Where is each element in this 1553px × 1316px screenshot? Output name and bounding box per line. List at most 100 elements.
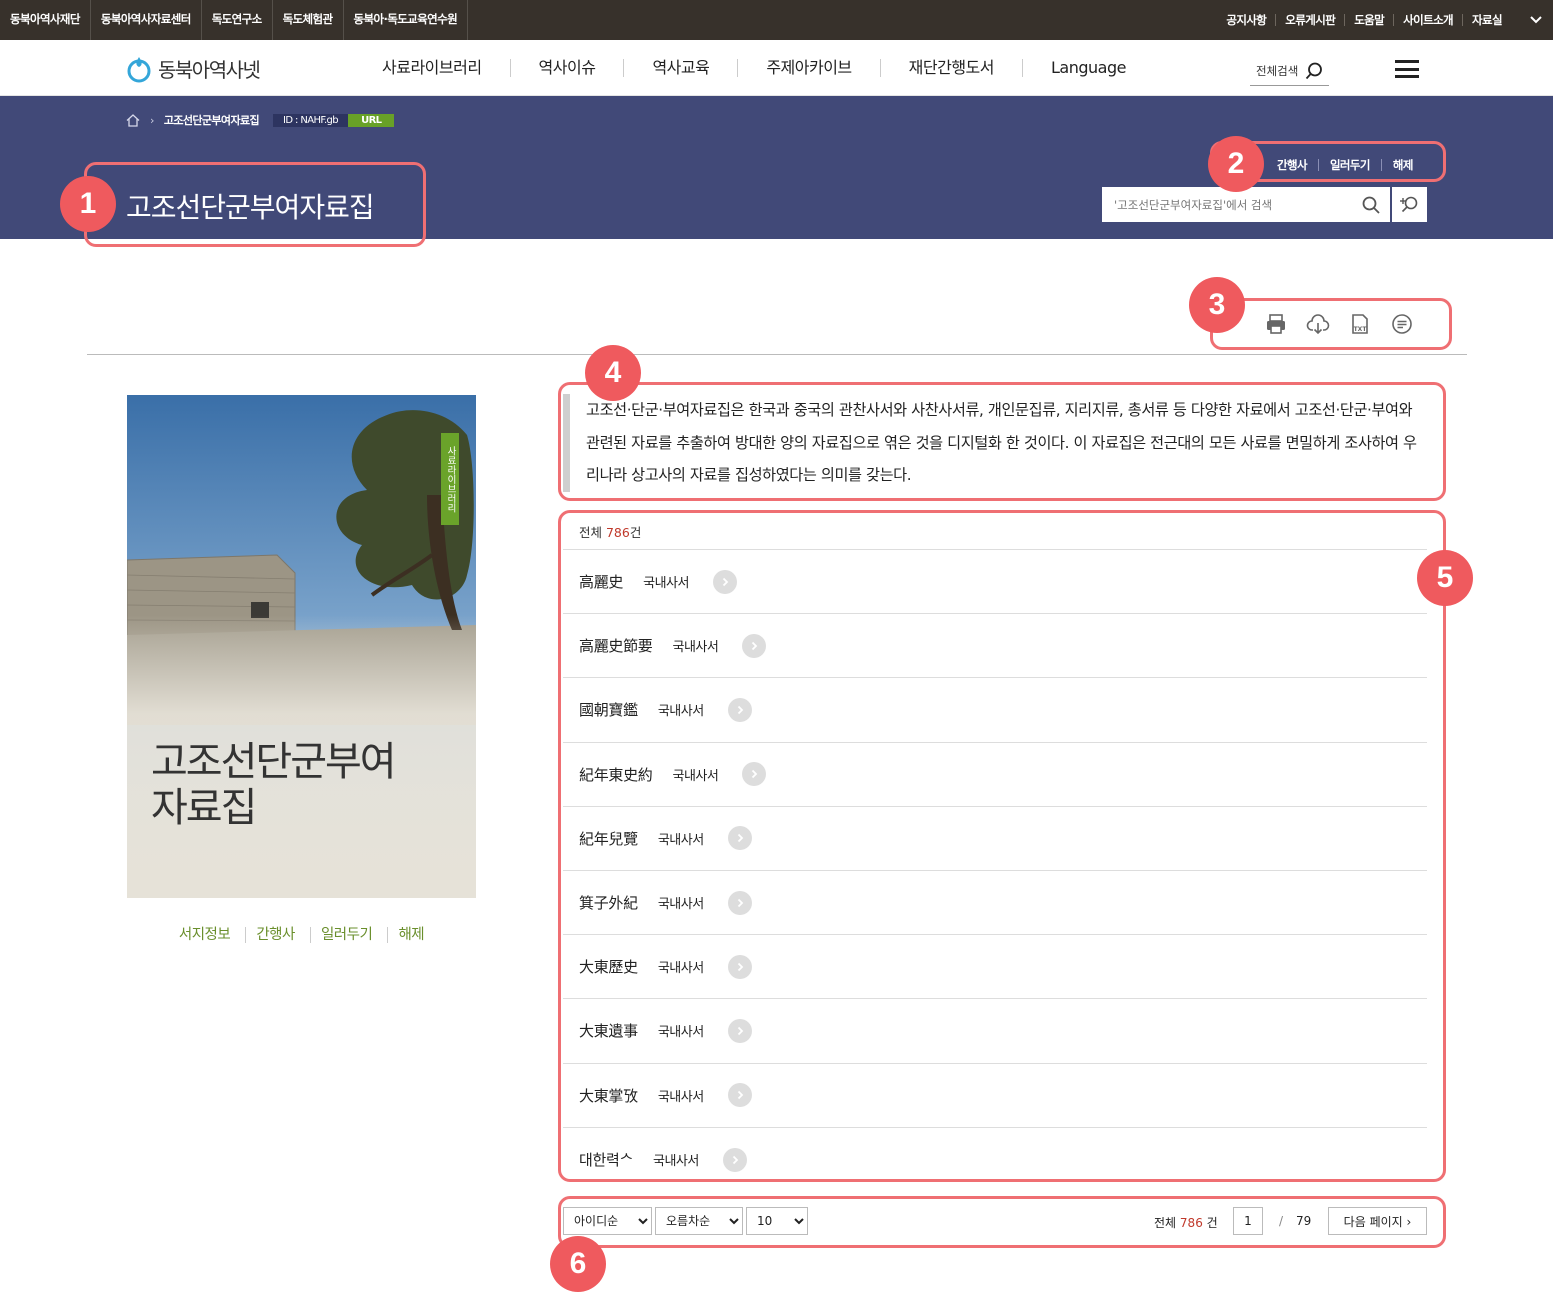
global-nav: 사료라이브러리 역사이슈 역사교육 주제아카이브 재단간행도서 Language: [354, 40, 1154, 96]
chevron-right-icon[interactable]: [712, 569, 737, 594]
nav-publications[interactable]: 재단간행도서: [879, 59, 1022, 77]
util-about[interactable]: 사이트소개: [1393, 14, 1462, 26]
order-select[interactable]: 오름차순: [655, 1207, 743, 1235]
list-item[interactable]: 大東遺事 국내사서: [563, 999, 1427, 1064]
site-logo[interactable]: 동북아역사넷: [126, 54, 261, 83]
chevron-right-icon[interactable]: [727, 890, 752, 915]
util-error-board[interactable]: 오류게시판: [1275, 14, 1344, 26]
global-search-button[interactable]: 전체검색: [1250, 56, 1329, 86]
chevron-down-icon[interactable]: [1529, 13, 1543, 27]
list-item[interactable]: 高麗史節要 국내사서: [563, 614, 1427, 679]
url-copy-badge[interactable]: URL: [348, 113, 395, 127]
nav-language[interactable]: Language: [1021, 59, 1154, 77]
home-icon[interactable]: [126, 113, 140, 127]
chevron-right-icon[interactable]: [722, 1147, 747, 1172]
link-preface[interactable]: 간행사: [1266, 159, 1318, 171]
search-icon[interactable]: [1362, 196, 1380, 214]
chevron-right-icon[interactable]: [727, 697, 752, 722]
list-item-title[interactable]: 箕子外紀: [579, 892, 638, 913]
pager-total-number: 786: [1179, 1216, 1203, 1230]
list-item-title[interactable]: 國朝寶鑑: [579, 699, 638, 720]
list-item[interactable]: 대한력ᄉ 국내사서: [563, 1128, 1427, 1192]
list-item[interactable]: 紀年東史約 국내사서: [563, 743, 1427, 807]
sort-select[interactable]: 아이디순: [563, 1207, 652, 1235]
list-item-title[interactable]: 紀年東史約: [579, 764, 653, 785]
txt-file-icon[interactable]: TXT: [1348, 312, 1372, 336]
collection-search-input[interactable]: [1102, 187, 1350, 222]
download-icon[interactable]: [1306, 312, 1330, 336]
util-notice[interactable]: 공지사항: [1217, 14, 1275, 26]
top-utility-bar: 동북아역사재단 동북아역사자료센터 독도연구소 독도체험관 동북아·독도교육연수…: [0, 0, 1553, 40]
list-item[interactable]: 大東掌攷 국내사서: [563, 1064, 1427, 1128]
list-item-category: 국내사서: [657, 897, 704, 913]
nav-theme-archive[interactable]: 주제아카이브: [737, 59, 879, 77]
list-item-title[interactable]: 大東遺事: [579, 1020, 638, 1041]
site-link-education-center[interactable]: 동북아·독도교육연수원: [344, 0, 469, 40]
callout-marker-6: 6: [550, 1236, 606, 1292]
link-bibliography[interactable]: 서지정보: [169, 927, 240, 943]
nav-history-issues[interactable]: 역사이슈: [509, 59, 624, 77]
list-item-title[interactable]: 大東歷史: [579, 956, 638, 977]
link-guide[interactable]: 일러두기: [1317, 159, 1381, 171]
chevron-right-icon[interactable]: [727, 1083, 752, 1108]
link-book-preface[interactable]: 간행사: [245, 927, 305, 943]
list-item[interactable]: 大東歷史 국내사서: [563, 935, 1427, 1000]
book-cover-image: 고조선단군부여 자료집 사료라이브러리: [127, 395, 476, 898]
list-item-category: 국내사서: [657, 1025, 704, 1041]
collection-search-box: [1102, 187, 1390, 222]
total-suffix: 건: [629, 525, 642, 540]
page-number-input[interactable]: [1233, 1207, 1263, 1235]
list-item-title[interactable]: 高麗史節要: [579, 635, 653, 656]
link-book-commentary[interactable]: 해제: [387, 927, 435, 943]
list-item-title[interactable]: 대한력ᄉ: [579, 1149, 633, 1170]
callout-marker-2: 2: [1208, 136, 1264, 192]
detail-search-button[interactable]: [1392, 187, 1427, 222]
site-link-archive-center[interactable]: 동북아역사자료센터: [91, 0, 202, 40]
total-number: 786: [605, 525, 630, 540]
util-help[interactable]: 도움말: [1344, 14, 1393, 26]
next-page-button[interactable]: 다음 페이지 ›: [1328, 1207, 1427, 1235]
list-item[interactable]: 箕子外紀 국내사서: [563, 871, 1427, 936]
nav-source-library[interactable]: 사료라이브러리: [354, 59, 510, 77]
list-item[interactable]: 紀年兒覽 국내사서: [563, 807, 1427, 871]
zoom-plus-icon: [1399, 196, 1417, 212]
list-item-category: 국내사서: [657, 832, 704, 848]
source-list: 高麗史 국내사서 高麗史節要 국내사서 國朝寶鑑 국내사서 紀年東史約 국내사서 紀年兒覽 국내사…: [563, 549, 1427, 1192]
print-icon[interactable]: [1264, 312, 1288, 336]
list-item[interactable]: 高麗史 국내사서: [563, 550, 1427, 615]
list-item-category: 국내사서: [643, 576, 689, 592]
list-item-category: 국내사서: [672, 768, 719, 784]
chevron-right-icon[interactable]: [742, 762, 767, 787]
comment-icon[interactable]: [1390, 312, 1414, 336]
pager-total-count: 전체 786 건: [1154, 1214, 1218, 1231]
list-item-title[interactable]: 大東掌攷: [579, 1085, 638, 1106]
link-commentary[interactable]: 해제: [1380, 159, 1424, 171]
site-link-foundation[interactable]: 동북아역사재단: [0, 0, 91, 40]
callout-marker-5: 5: [1417, 550, 1473, 606]
list-total-count: 전체 786건: [579, 522, 641, 541]
search-icon: [1306, 62, 1323, 79]
chevron-right-icon[interactable]: [727, 1018, 752, 1043]
main-header: 동북아역사넷 사료라이브러리 역사이슈 역사교육 주제아카이브 재단간행도서 L…: [0, 40, 1553, 96]
site-link-dokdo-museum[interactable]: 독도체험관: [273, 0, 344, 40]
util-library[interactable]: 자료실: [1462, 14, 1511, 26]
list-item[interactable]: 國朝寶鑑 국내사서: [563, 678, 1427, 743]
page-size-select[interactable]: 10: [746, 1207, 808, 1235]
nav-history-education[interactable]: 역사교육: [623, 59, 737, 77]
site-link-dokdo-institute[interactable]: 독도연구소: [202, 0, 273, 40]
page-slash: /: [1279, 1214, 1284, 1228]
callout-marker-1: 1: [60, 176, 116, 232]
list-item-title[interactable]: 高麗史: [579, 571, 623, 592]
chevron-right-icon[interactable]: [727, 954, 752, 979]
hamburger-menu-icon[interactable]: [1395, 60, 1419, 78]
link-book-guide[interactable]: 일러두기: [309, 927, 383, 943]
cover-series-badge: 사료라이브러리: [441, 433, 459, 525]
list-pagination: 아이디순 오름차순 10 전체 786 건 / 79 다음 페이지 ›: [563, 1207, 1427, 1235]
cover-title-line2: 자료집: [151, 785, 257, 831]
family-sites: 동북아역사재단 동북아역사자료센터 독도연구소 독도체험관 동북아·독도교육연수…: [0, 0, 469, 40]
chevron-right-icon[interactable]: [742, 633, 767, 658]
list-item-title[interactable]: 紀年兒覽: [579, 828, 638, 849]
breadcrumb-current[interactable]: 고조선단군부여자료집: [164, 112, 260, 128]
breadcrumb-separator-icon: ›: [150, 113, 154, 127]
chevron-right-icon[interactable]: [727, 826, 752, 851]
